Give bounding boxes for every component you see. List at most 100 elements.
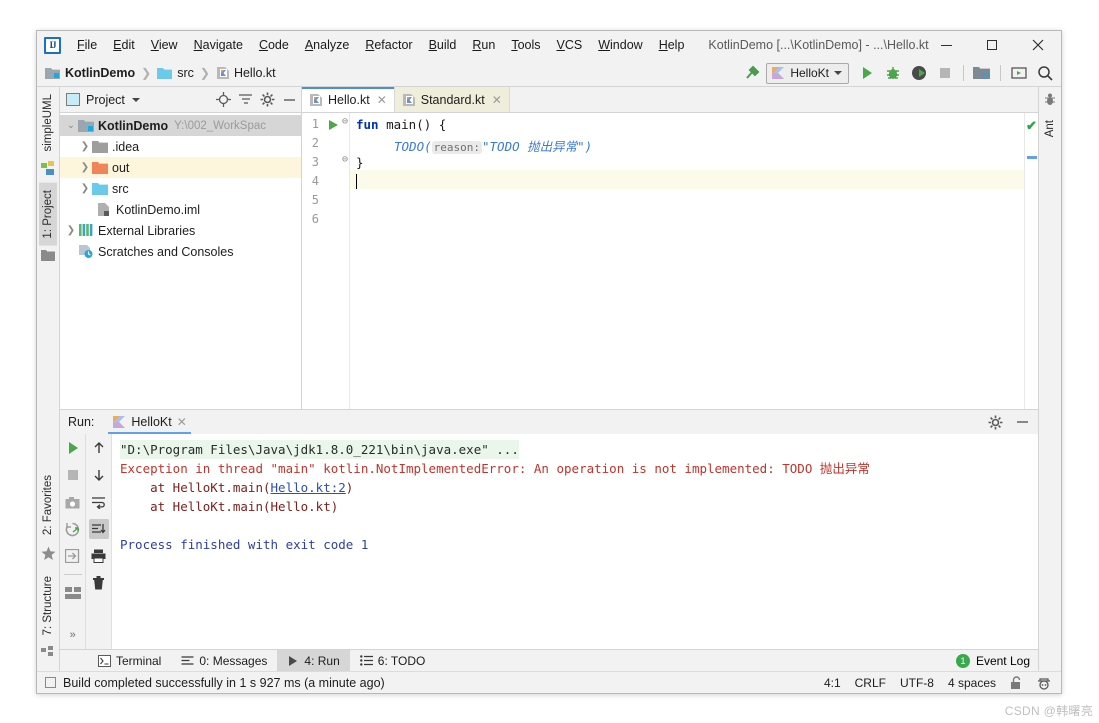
hammer-icon[interactable] [740, 61, 764, 85]
print-icon[interactable] [89, 546, 109, 566]
tool-window-icon[interactable] [1007, 61, 1031, 85]
run-with-coverage-icon[interactable] [907, 61, 931, 85]
iml-file-icon [96, 202, 112, 218]
tree-node-external-libraries[interactable]: ❯ External Libraries [60, 220, 301, 241]
menu-item-vcs[interactable]: VCS [549, 35, 591, 55]
unlocked-icon[interactable] [1010, 675, 1023, 690]
menu-item-tools[interactable]: Tools [503, 35, 548, 55]
menu-item-help[interactable]: Help [651, 35, 693, 55]
editor-gutter[interactable]: 1 2 3 4 5 6 ⊖ ⊖ [302, 113, 350, 409]
tree-node-src[interactable]: ❯ src [60, 178, 301, 199]
kotlin-file-icon [309, 93, 323, 107]
minimize-button[interactable] [923, 31, 969, 59]
line-number: 4 [311, 174, 319, 188]
bottom-tab-messages[interactable]: 0: Messages [171, 650, 277, 672]
chevron-collapsed-icon[interactable]: ❯ [78, 162, 92, 173]
export-icon[interactable] [63, 546, 83, 566]
menu-item-window[interactable]: Window [590, 35, 650, 55]
project-tool-window: Project ⌄ KotlinDemo Y:\002_WorkSpac ❯ .… [60, 87, 302, 409]
run-icon[interactable] [855, 61, 879, 85]
run-configuration-selector[interactable]: HelloKt [766, 62, 849, 84]
inspection-status-icon[interactable]: ✔ [1026, 118, 1037, 134]
hide-icon[interactable] [1015, 420, 1030, 424]
event-log-label[interactable]: Event Log [976, 654, 1030, 668]
window-controls [923, 31, 1061, 59]
project-structure-icon[interactable] [970, 61, 994, 85]
breadcrumb-item-src[interactable]: src [157, 66, 194, 80]
menu-item-refactor[interactable]: Refactor [357, 35, 420, 55]
line-number: 5 [311, 193, 319, 207]
debug-icon[interactable] [881, 61, 905, 85]
editor-marker-bar[interactable]: ✔ [1024, 113, 1038, 409]
caret-position[interactable]: 4:1 [824, 676, 841, 690]
project-window-icon [66, 93, 80, 106]
menu-item-navigate[interactable]: Navigate [186, 35, 251, 55]
maximize-button[interactable] [969, 31, 1015, 59]
rerun-icon[interactable] [63, 438, 83, 458]
stacktrace-link[interactable]: Hello.kt:2 [271, 480, 346, 495]
close-icon[interactable]: ✕ [377, 93, 387, 107]
run-tab-hellokt[interactable]: HelloKt ✕ [108, 410, 192, 434]
menu-item-code[interactable]: Code [251, 35, 297, 55]
fold-region-end-icon[interactable]: ⊖ [342, 154, 348, 165]
down-icon[interactable] [89, 465, 109, 485]
breadcrumb-label: Hello.kt [233, 65, 276, 80]
search-everywhere-icon[interactable] [1033, 61, 1057, 85]
locate-icon[interactable] [216, 92, 231, 107]
chevron-collapsed-icon[interactable]: ❯ [78, 183, 92, 194]
layout-icon[interactable] [63, 583, 83, 603]
scroll-to-end-icon[interactable] [88, 519, 109, 539]
menu-item-build[interactable]: Build [421, 35, 465, 55]
up-icon[interactable] [89, 438, 109, 458]
inspector-icon[interactable] [1037, 676, 1051, 690]
bottom-tab-todo[interactable]: 6: TODO [350, 650, 436, 672]
code-text[interactable]: fun main() { TODO(reason: "TODO 抛出异常") } [350, 113, 1024, 409]
bottom-tab-run[interactable]: 4: Run [277, 649, 350, 672]
collapse-all-icon[interactable] [238, 92, 253, 107]
menu-item-view[interactable]: View [143, 35, 186, 55]
sidebar-tab-structure[interactable]: 7: Structure [39, 569, 57, 642]
tree-node-out[interactable]: ❯ out [60, 157, 301, 178]
breadcrumb-item-project[interactable]: KotlinDemo [45, 66, 135, 80]
bottom-tab-terminal[interactable]: Terminal [88, 650, 171, 672]
editor-tab-standard-kt[interactable]: Standard.kt ✕ [394, 87, 510, 112]
menu-item-edit[interactable]: Edit [105, 35, 143, 55]
line-separator[interactable]: CRLF [855, 676, 886, 690]
tree-node-kotlindemo[interactable]: ⌄ KotlinDemo Y:\002_WorkSpac [60, 115, 301, 136]
event-log-area[interactable]: 1 Event Log [955, 653, 1030, 668]
close-icon[interactable]: ✕ [492, 93, 502, 107]
chevron-collapsed-icon[interactable]: ❯ [78, 141, 92, 152]
gutter-run-icon[interactable] [328, 118, 339, 136]
gear-icon[interactable] [260, 92, 275, 107]
tree-node-idea[interactable]: ❯ .idea [60, 136, 301, 157]
editor-tab-hello-kt[interactable]: Hello.kt ✕ [302, 87, 395, 112]
code-editor[interactable]: 1 2 3 4 5 6 ⊖ ⊖ fun main() {TODO(reaso… [302, 113, 1038, 409]
tree-node-iml[interactable]: KotlinDemo.iml [60, 199, 301, 220]
close-button[interactable] [1015, 31, 1061, 59]
breadcrumb-item-file[interactable]: Hello.kt [216, 66, 276, 80]
clear-all-icon[interactable] [89, 573, 109, 593]
soft-wrap-icon[interactable] [89, 492, 109, 512]
fold-region-start-icon[interactable]: ⊖ [342, 116, 348, 127]
indent-setting[interactable]: 4 spaces [948, 676, 996, 690]
menu-item-analyze[interactable]: Analyze [297, 35, 357, 55]
scrollbar-marker[interactable] [1027, 156, 1037, 159]
screenshot-icon[interactable] [63, 492, 83, 512]
menu-item-run[interactable]: Run [464, 35, 503, 55]
console-output[interactable]: "D:\Program Files\Java\jdk1.8.0_221\bin\… [112, 434, 1038, 649]
chevron-down-icon[interactable] [131, 97, 140, 102]
hide-icon[interactable] [282, 98, 297, 102]
gear-icon[interactable] [988, 415, 1003, 430]
encoding[interactable]: UTF-8 [900, 676, 934, 690]
expand-icon[interactable]: » [63, 625, 83, 645]
sidebar-tab-favorites[interactable]: 2: Favorites [39, 468, 57, 542]
sidebar-tab-ant[interactable]: Ant [1041, 113, 1059, 144]
tree-node-scratches[interactable]: Scratches and Consoles [60, 241, 301, 262]
menu-item-file[interactable]: File [69, 35, 105, 55]
rerun-failed-tests-icon[interactable] [63, 519, 83, 539]
sidebar-tab-project[interactable]: 1: Project [39, 182, 57, 246]
chevron-expanded-icon[interactable]: ⌄ [64, 120, 78, 131]
chevron-collapsed-icon[interactable]: ❯ [64, 225, 78, 236]
close-icon[interactable]: ✕ [177, 415, 187, 429]
sidebar-tab-simpleuml[interactable]: simpleUML [39, 87, 57, 159]
